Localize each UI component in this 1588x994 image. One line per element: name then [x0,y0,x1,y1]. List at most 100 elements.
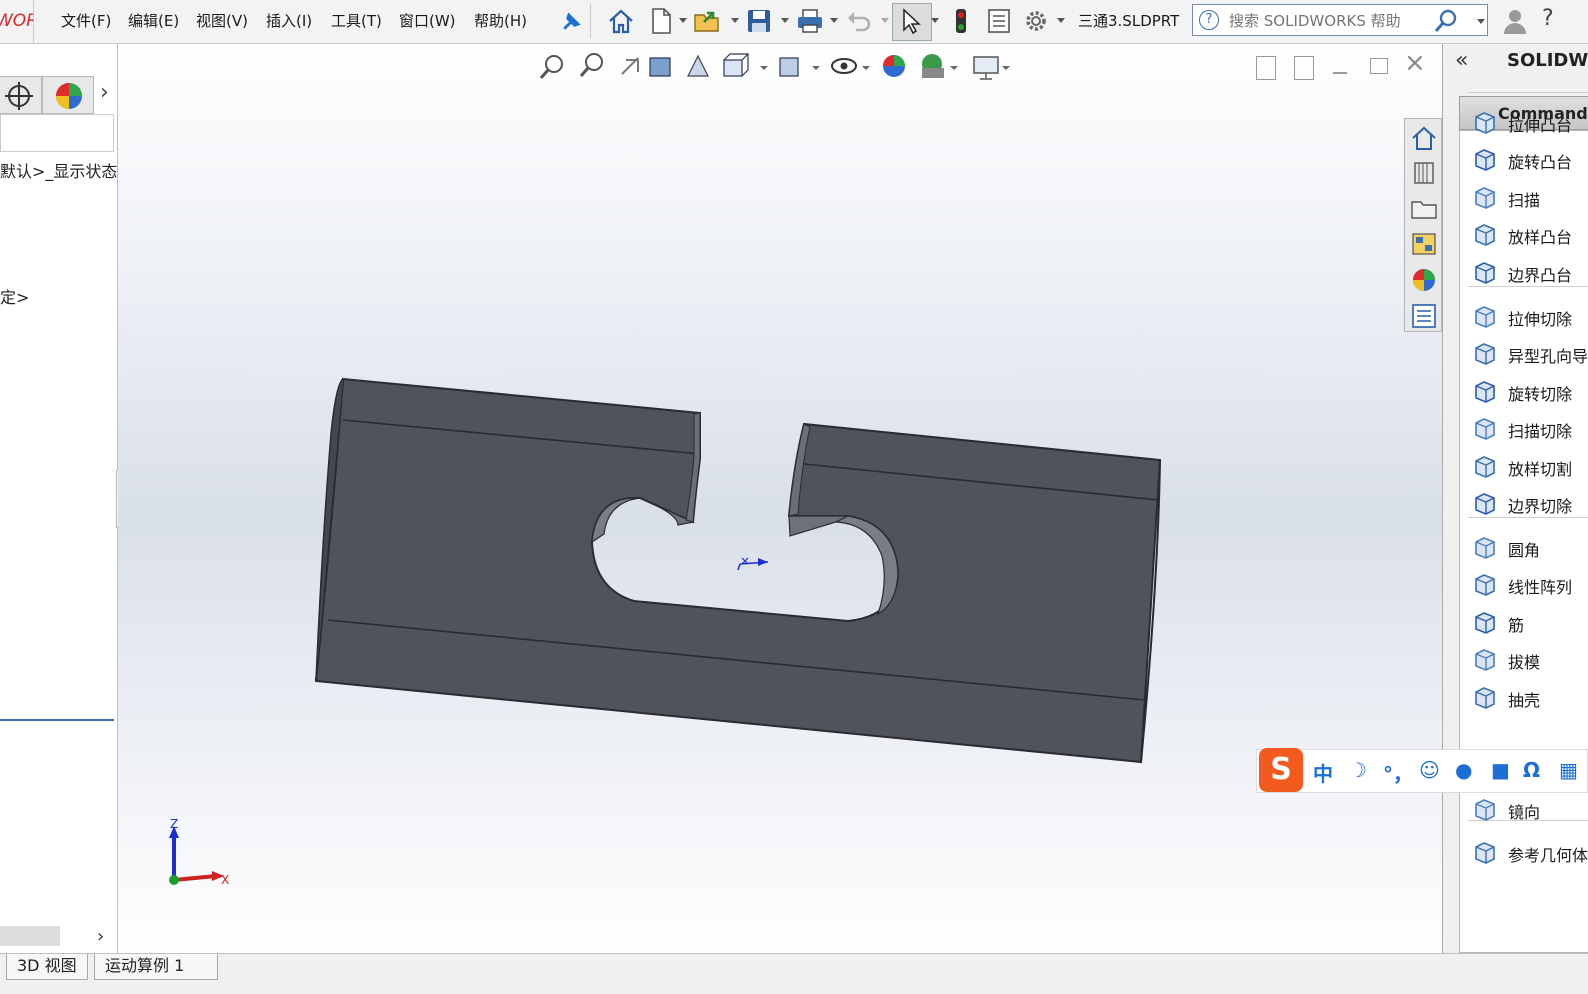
ime-symbol-button[interactable]: Ω [1523,758,1540,782]
command-hole-wizard[interactable]: 异型孔向导 [1472,338,1588,368]
command-loft-boss[interactable]: 放样凸台 [1472,219,1588,249]
tree-display-state-label[interactable]: 默认>_显示状态 [0,158,117,182]
search-input[interactable] [1227,9,1441,33]
command-label: 扫描切除 [1508,422,1573,441]
reference-triad[interactable]: Z X [160,814,240,894]
command-fillet[interactable]: 圆角 [1472,532,1588,562]
command-rib[interactable]: 筋 [1472,607,1588,637]
triad-x-label: X [221,873,229,887]
reference-geometry-icon [1472,839,1498,865]
crosshair-icon [5,82,33,110]
menu-help[interactable]: 帮助(H) [474,10,527,31]
command-mirror[interactable]: 镜向 [1472,794,1588,824]
command-linear-pattern[interactable]: 线性阵列 [1472,569,1588,599]
mirror-icon [1472,796,1498,822]
ime-emoji-icon[interactable]: ☺ [1419,758,1440,782]
command-list: 拉伸凸台旋转凸台扫描放样凸台边界凸台拉伸切除异型孔向导旋转切除扫描切除放样切割边… [1459,92,1588,953]
select-cursor-icon[interactable] [896,6,926,36]
tree-material-label[interactable]: 定> [0,284,29,308]
options-gear-icon[interactable] [1021,6,1051,36]
menu-view[interactable]: 视图(V) [196,10,248,31]
ime-punctuation-toggle[interactable]: °， [1383,758,1413,787]
extrude-cut-icon [1472,303,1498,329]
custom-properties-icon[interactable] [1409,301,1439,331]
ime-voice-mic-icon[interactable]: ● [1455,758,1472,782]
command-draft[interactable]: 拔模 [1472,644,1588,674]
revolve-cut-icon [1472,378,1498,404]
options-dropdown-caret[interactable] [1057,18,1065,23]
loft-cut-icon [1472,453,1498,479]
tab-display-manager[interactable] [42,76,94,114]
command-label: 线性阵列 [1508,578,1573,597]
command-sweep-cut[interactable]: 扫描切除 [1472,413,1588,443]
command-loft-cut[interactable]: 放样切割 [1472,451,1588,481]
command-reference-geometry[interactable]: 参考几何体 [1472,837,1588,867]
task-pane-home-icon[interactable] [1409,123,1439,153]
collapse-pane-chevron-icon[interactable]: « [1455,48,1468,73]
file-properties-icon[interactable] [984,6,1014,36]
command-label: 参考几何体 [1508,846,1588,865]
scroll-right-arrow-icon[interactable]: › [97,926,104,947]
command-label: 拉伸切除 [1508,310,1573,329]
search-dropdown-caret[interactable] [1477,19,1485,24]
menu-window[interactable]: 窗口(W) [399,10,456,31]
task-pane-title: SOLIDWORKS [1507,50,1588,71]
solidworks-logo[interactable]: WORKS [0,0,34,43]
save-icon[interactable] [744,6,774,36]
model-view-tabs-bar: 3D 视图 运动算例 1 [0,953,1588,994]
help-search-box[interactable]: ? [1192,4,1488,36]
home-icon[interactable] [606,6,636,36]
menu-insert[interactable]: 插入(I) [266,10,312,31]
menu-tools[interactable]: 工具(T) [331,10,382,31]
pin-icon[interactable] [555,8,581,34]
new-dropdown-caret[interactable] [679,18,687,23]
search-icon[interactable] [1433,8,1459,34]
user-account-icon[interactable] [1500,6,1530,36]
menubar: WORKS 文件(F) 编辑(E) 视图(V) 插入(I) 工具(T) 窗口(W… [0,0,1588,44]
tab-configuration-manager[interactable] [0,76,42,114]
tab-3d-view[interactable]: 3D 视图 [6,954,88,980]
rollback-bar[interactable] [0,719,114,721]
undo-dropdown-caret[interactable] [881,18,889,23]
ime-halfwidth-moon-icon[interactable]: ☽ [1349,758,1367,782]
ime-mode-toggle[interactable]: 中 [1313,758,1333,787]
view-palette-icon[interactable] [1409,229,1439,259]
ime-skin-icon[interactable]: ■ [1491,758,1510,782]
menu-edit[interactable]: 编辑(E) [128,10,179,31]
tree-filter-input[interactable] [0,114,114,152]
graphics-area[interactable]: × Z X [118,44,1442,953]
panel-scroll-right-chevron-icon[interactable]: › [100,80,109,105]
command-shell[interactable]: 抽壳 [1472,682,1588,712]
command-sweep[interactable]: 扫描 [1472,182,1588,212]
tab-motion-study-1[interactable]: 运动算例 1 [94,954,218,980]
command-revolve-boss[interactable]: 旋转凸台 [1472,144,1588,174]
sogou-logo-icon[interactable]: S [1259,748,1303,792]
open-icon[interactable] [692,6,722,36]
revolve-boss-icon [1472,146,1498,172]
print-icon[interactable] [795,6,825,36]
command-label: 筋 [1508,616,1525,635]
select-dropdown-caret[interactable] [931,18,939,23]
help-icon[interactable]: ? [1542,6,1554,31]
menu-file[interactable]: 文件(F) [61,10,111,31]
file-explorer-icon[interactable] [1409,193,1439,223]
rebuild-traffic-light-icon[interactable] [946,6,976,36]
extrude-boss-icon [1472,109,1498,135]
save-dropdown-caret[interactable] [781,18,789,23]
command-extrude-boss[interactable]: 拉伸凸台 [1472,107,1588,137]
command-revolve-cut[interactable]: 旋转切除 [1472,376,1588,406]
ime-toolbox-icon[interactable]: ▦ [1559,758,1578,782]
command-boundary-cut[interactable]: 边界切除 [1472,488,1588,518]
appearances-scenes-icon[interactable] [1409,265,1439,295]
task-pane: « SOLIDWORKS Command 拉伸凸台旋转凸台扫描放样凸台边界凸台拉… [1442,44,1588,953]
command-extrude-cut[interactable]: 拉伸切除 [1472,301,1588,331]
new-document-icon[interactable] [646,6,676,36]
print-dropdown-caret[interactable] [830,18,838,23]
design-library-icon[interactable] [1409,157,1439,187]
open-dropdown-caret[interactable] [731,18,739,23]
linear-pattern-icon [1472,571,1498,597]
command-boundary-boss[interactable]: 边界凸台 [1472,257,1588,287]
horizontal-scrollbar-thumb[interactable] [0,926,60,946]
undo-icon[interactable] [844,6,874,36]
part-model[interactable] [118,44,1442,953]
